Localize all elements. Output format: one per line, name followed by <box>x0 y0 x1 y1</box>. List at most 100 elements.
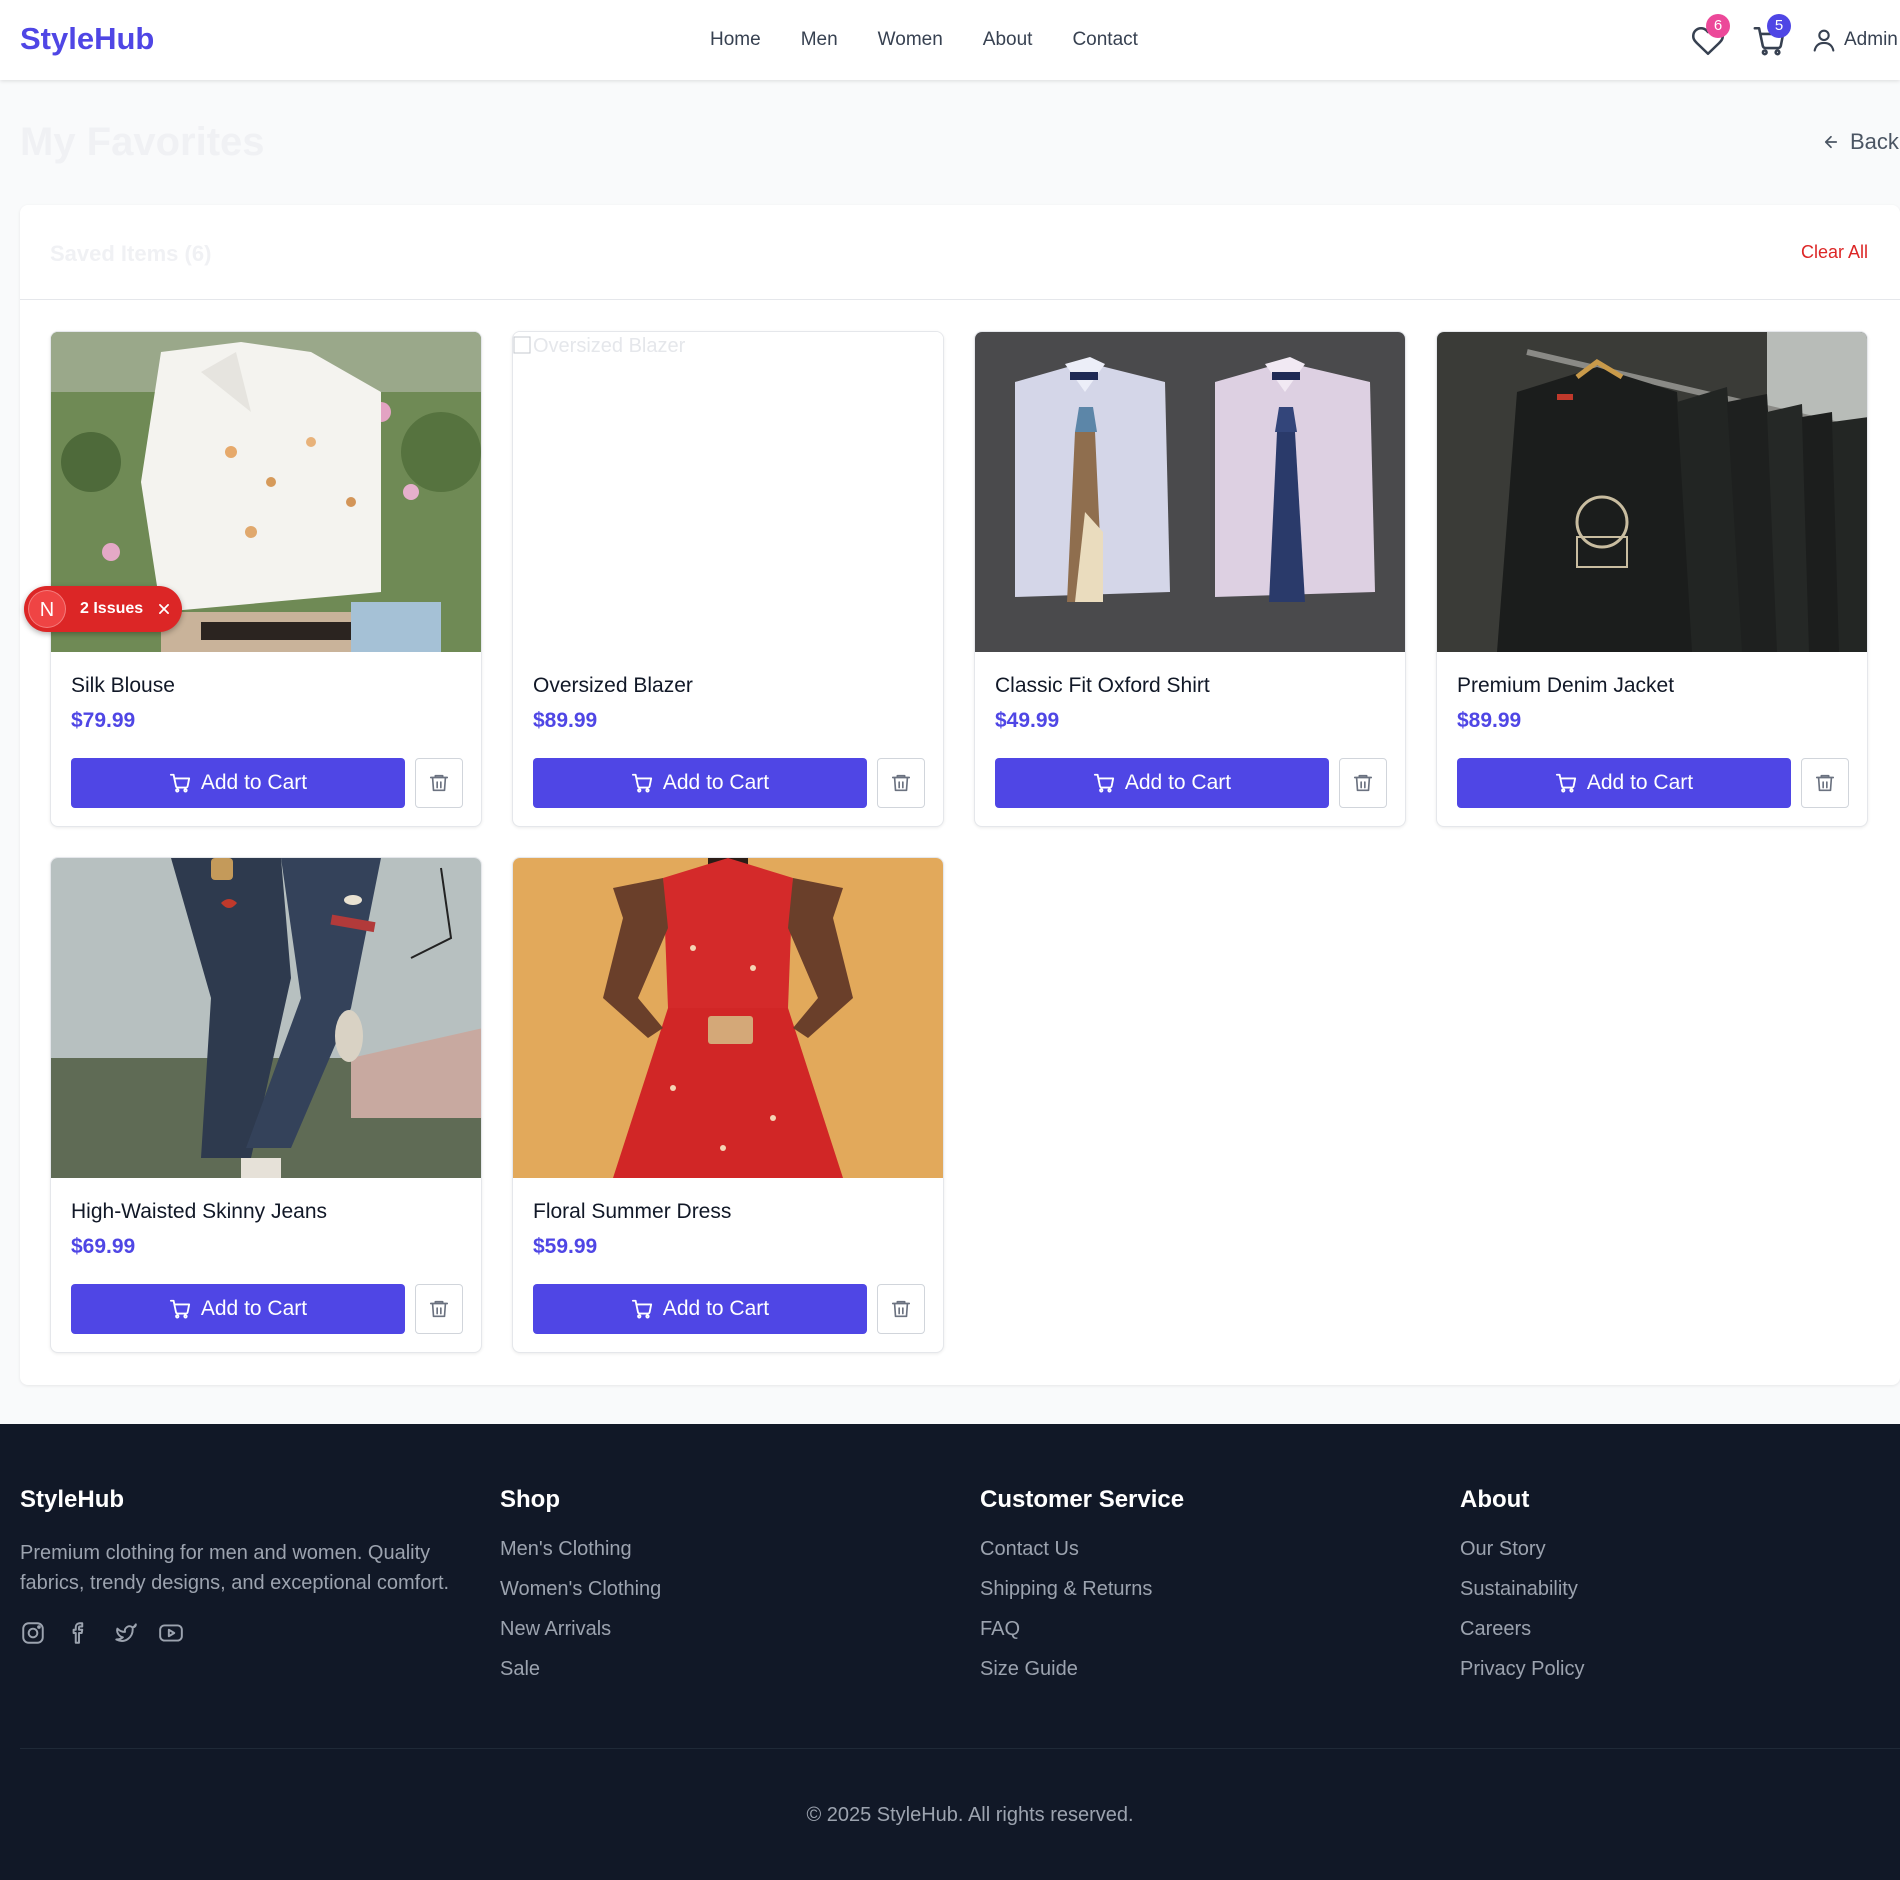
add-to-cart-button[interactable]: Add to Cart <box>533 1284 867 1334</box>
product-name[interactable]: Floral Summer Dress <box>533 1200 731 1224</box>
favorites-panel: Saved Items (6) Clear All Silk Blouse $7… <box>20 205 1900 1385</box>
youtube-icon[interactable] <box>158 1620 184 1646</box>
footer-link[interactable]: Sale <box>500 1658 661 1698</box>
product-card: Floral Summer Dress $59.99 Add to Cart <box>512 857 944 1353</box>
add-to-cart-label: Add to Cart <box>662 771 770 794</box>
footer-link[interactable]: Our Story <box>1460 1538 1584 1578</box>
footer-link[interactable]: Sustainability <box>1460 1578 1584 1618</box>
add-to-cart-label: Add to Cart <box>1586 771 1694 794</box>
product-image[interactable] <box>1437 332 1867 652</box>
product-price: $69.99 <box>71 1235 136 1258</box>
footer-link[interactable]: Shipping & Returns <box>980 1578 1184 1618</box>
add-to-cart-button[interactable]: Add to Cart <box>71 758 405 808</box>
trash-icon <box>891 774 911 792</box>
product-image[interactable]: Oversized Blazer <box>513 332 943 652</box>
product-image[interactable] <box>51 858 481 1178</box>
footer-column-title: Shop <box>500 1486 560 1513</box>
social-links <box>20 1620 470 1646</box>
main-nav: Home Men Women About Contact <box>710 29 1138 51</box>
footer-column-title: About <box>1460 1486 1530 1513</box>
nav-contact[interactable]: Contact <box>1072 29 1137 51</box>
product-name[interactable]: Oversized Blazer <box>533 674 693 698</box>
broken-image-icon <box>513 336 531 354</box>
cart-icon <box>1555 773 1576 793</box>
close-icon[interactable] <box>157 602 171 616</box>
product-name[interactable]: Premium Denim Jacket <box>1457 674 1674 698</box>
product-card: Oversized Blazer Oversized Blazer $89.99… <box>512 331 944 827</box>
clear-all-button[interactable]: Clear All <box>1801 242 1868 263</box>
product-card: Premium Denim Jacket $89.99 Add to Cart <box>1436 331 1868 827</box>
footer-link[interactable]: Size Guide <box>980 1658 1184 1698</box>
trash-icon <box>429 1300 449 1318</box>
add-to-cart-label: Add to Cart <box>1124 771 1232 794</box>
product-name[interactable]: High-Waisted Skinny Jeans <box>71 1200 327 1224</box>
remove-favorite-button[interactable] <box>415 1284 463 1334</box>
add-to-cart-button[interactable]: Add to Cart <box>533 758 867 808</box>
copyright-text: © 2025 StyleHub. All rights reserved. <box>806 1804 1134 1826</box>
footer-link[interactable]: Careers <box>1460 1618 1584 1658</box>
product-image[interactable] <box>975 332 1405 652</box>
cart-button[interactable]: 5 <box>1748 0 1798 80</box>
footer-link[interactable]: Privacy Policy <box>1460 1658 1584 1698</box>
dev-issues-indicator[interactable]: N 2 Issues <box>24 586 182 632</box>
facebook-icon[interactable] <box>66 1620 92 1646</box>
back-label: Back <box>1850 129 1899 154</box>
nav-men[interactable]: Men <box>801 29 838 51</box>
product-price: $49.99 <box>995 709 1060 732</box>
issues-count-label[interactable]: 2 Issues <box>80 600 143 618</box>
add-to-cart-button[interactable]: Add to Cart <box>71 1284 405 1334</box>
cart-count-badge: 5 <box>1767 14 1791 38</box>
trash-icon <box>891 1300 911 1318</box>
remove-favorite-button[interactable] <box>877 1284 925 1334</box>
footer-service-column: Customer Service Contact Us Shipping & R… <box>980 1486 1184 1698</box>
product-name[interactable]: Silk Blouse <box>71 674 175 698</box>
site-header: StyleHub Home Men Women About Contact 6 … <box>0 0 1900 80</box>
product-card: High-Waisted Skinny Jeans $69.99 Add to … <box>50 857 482 1353</box>
remove-favorite-button[interactable] <box>415 758 463 808</box>
favorites-count-badge: 6 <box>1706 14 1730 38</box>
instagram-icon[interactable] <box>20 1620 46 1646</box>
footer-brand: StyleHub <box>20 1486 125 1513</box>
footer-link[interactable]: Women's Clothing <box>500 1578 661 1618</box>
footer-brand-column: StyleHub Premium clothing for men and wo… <box>20 1486 470 1646</box>
footer-about-column: About Our Story Sustainability Careers P… <box>1460 1486 1584 1698</box>
add-to-cart-label: Add to Cart <box>200 771 308 794</box>
favorites-button[interactable]: 6 <box>1688 0 1738 80</box>
dev-tools-logo[interactable]: N <box>28 590 66 628</box>
footer-link[interactable]: New Arrivals <box>500 1618 661 1658</box>
add-to-cart-label: Add to Cart <box>200 1297 308 1320</box>
image-alt-text: Oversized Blazer <box>533 335 686 357</box>
twitter-icon[interactable] <box>112 1620 138 1646</box>
remove-favorite-button[interactable] <box>1801 758 1849 808</box>
footer-link[interactable]: FAQ <box>980 1618 1184 1658</box>
remove-favorite-button[interactable] <box>877 758 925 808</box>
remove-favorite-button[interactable] <box>1339 758 1387 808</box>
trash-icon <box>429 774 449 792</box>
product-card: Silk Blouse $79.99 Add to Cart <box>50 331 482 827</box>
nav-home[interactable]: Home <box>710 29 761 51</box>
page-title: My Favorites <box>20 120 265 164</box>
footer-link[interactable]: Contact Us <box>980 1538 1184 1578</box>
trash-icon <box>1353 774 1373 792</box>
footer-column-title: Customer Service <box>980 1486 1185 1513</box>
footer-link[interactable]: Men's Clothing <box>500 1538 661 1578</box>
trash-icon <box>1815 774 1835 792</box>
cart-icon <box>169 1299 190 1319</box>
product-price: $79.99 <box>71 709 136 732</box>
favorites-panel-header: Saved Items (6) Clear All <box>20 205 1900 300</box>
cart-icon <box>631 773 652 793</box>
product-price: $59.99 <box>533 1235 598 1258</box>
add-to-cart-button[interactable]: Add to Cart <box>1457 758 1791 808</box>
product-card: Classic Fit Oxford Shirt $49.99 Add to C… <box>974 331 1406 827</box>
back-button[interactable]: Back <box>1822 129 1899 155</box>
arrow-left-icon <box>1824 135 1838 149</box>
product-image[interactable] <box>513 858 943 1178</box>
nav-about[interactable]: About <box>983 29 1033 51</box>
product-name[interactable]: Classic Fit Oxford Shirt <box>995 674 1210 698</box>
add-to-cart-button[interactable]: Add to Cart <box>995 758 1329 808</box>
site-footer: StyleHub Premium clothing for men and wo… <box>0 1424 1900 1880</box>
user-menu[interactable]: Admin <box>1810 26 1898 54</box>
cart-icon <box>169 773 190 793</box>
nav-women[interactable]: Women <box>878 29 943 51</box>
site-logo[interactable]: StyleHub <box>20 21 154 57</box>
